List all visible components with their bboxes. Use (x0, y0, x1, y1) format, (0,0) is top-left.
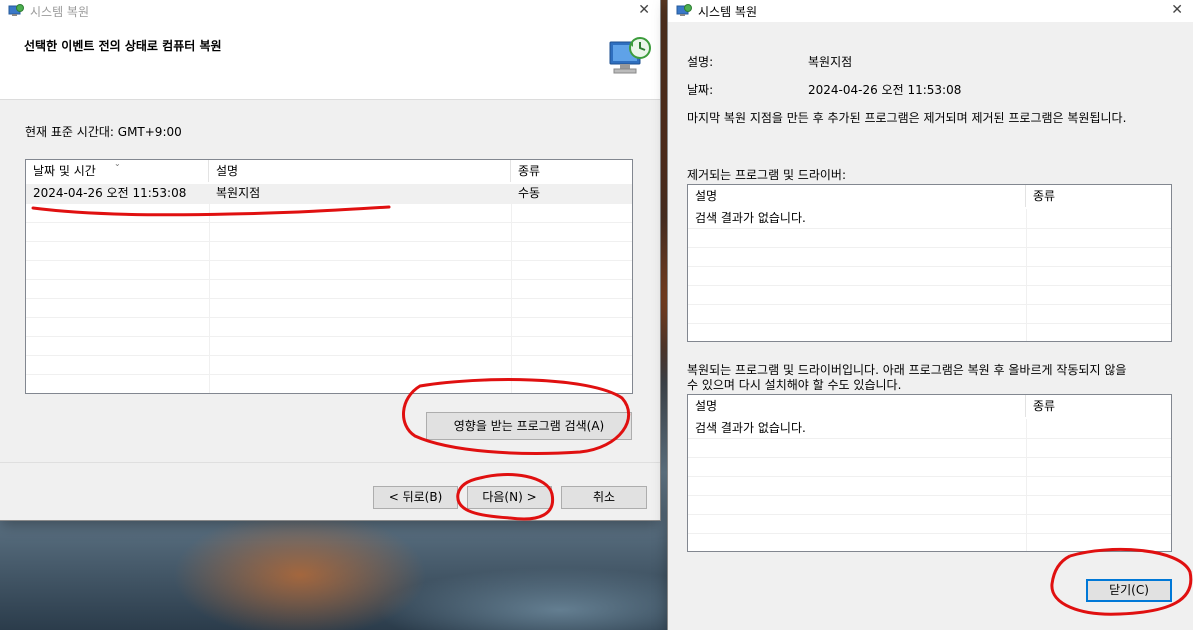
table-row-empty (688, 457, 1171, 477)
table-row-empty (688, 533, 1171, 551)
table-row-empty (26, 355, 632, 375)
system-restore-icon (676, 4, 692, 16)
scan-affected-programs-button[interactable]: 영향을 받는 프로그램 검색(A) (426, 412, 632, 440)
table-row-empty (26, 260, 632, 280)
empty-result-text: 검색 결과가 없습니다. (695, 421, 806, 435)
column-header-description[interactable]: 설명 (688, 185, 1026, 207)
date-label: 날짜: (687, 83, 714, 97)
title-bar[interactable]: 시스템 복원 ✕ (0, 0, 660, 22)
empty-result-text: 검색 결과가 없습니다. (695, 211, 806, 225)
title-bar[interactable]: 시스템 복원 ✕ (668, 0, 1193, 22)
column-header-description[interactable]: 설명 (688, 395, 1026, 417)
timezone-label: 현재 표준 시간대: GMT+9:00 (25, 125, 182, 139)
table-row-empty (26, 374, 632, 393)
table-row-empty (26, 241, 632, 261)
table-row-empty (688, 476, 1171, 496)
date-value: 2024-04-26 오전 11:53:08 (808, 83, 962, 97)
next-button[interactable]: 다음(N) > (467, 486, 552, 509)
cell-description: 복원지점 (216, 186, 261, 200)
removed-programs-label: 제거되는 프로그램 및 드라이버: (687, 168, 847, 182)
removed-programs-table: 설명 종류 검색 결과가 없습니다. (687, 184, 1172, 342)
table-row-empty (688, 247, 1171, 267)
info-text: 마지막 복원 지점을 만든 후 추가된 프로그램은 제거되며 제거된 프로그램은… (687, 111, 1127, 125)
table-header: 설명 종류 (688, 395, 1171, 417)
affected-programs-window: 시스템 복원 ✕ 설명: 복원지점 날짜: 2024-04-26 오전 11:5… (668, 0, 1193, 630)
cell-datetime: 2024-04-26 오전 11:53:08 (33, 186, 187, 200)
header-panel: 선택한 이벤트 전의 상태로 컴퓨터 복원 (0, 22, 660, 100)
close-icon[interactable]: ✕ (1171, 2, 1183, 18)
back-button[interactable]: < 뒤로(B) (373, 486, 458, 509)
window-title: 시스템 복원 (30, 4, 90, 19)
table-row-empty (26, 279, 632, 299)
computer-restore-icon (609, 37, 651, 74)
sort-chevron-icon: ⌄ (114, 159, 121, 168)
column-header-type[interactable]: 종류 (511, 160, 632, 182)
column-header-description[interactable]: 설명 (209, 160, 511, 182)
table-row-empty (26, 317, 632, 337)
column-header-type[interactable]: 종류 (1026, 395, 1171, 417)
system-restore-icon (8, 4, 24, 16)
cancel-button[interactable]: 취소 (561, 486, 647, 509)
table-row-empty (26, 222, 632, 242)
close-icon[interactable]: ✕ (638, 2, 650, 18)
restored-programs-label-line2: 수 있으며 다시 설치해야 할 수도 있습니다. (687, 378, 902, 392)
table-row-empty (26, 203, 632, 223)
window-title: 시스템 복원 (698, 4, 758, 19)
table-row-empty (688, 514, 1171, 534)
table-row-empty (688, 266, 1171, 286)
table-row-empty (688, 438, 1171, 458)
table-row-empty (26, 298, 632, 318)
table-row-empty (688, 285, 1171, 305)
column-header-type[interactable]: 종류 (1026, 185, 1171, 207)
restored-programs-table: 설명 종류 검색 결과가 없습니다. (687, 394, 1172, 552)
table-row-empty (688, 323, 1171, 341)
description-label: 설명: (687, 55, 714, 69)
table-header: 설명 종류 (688, 185, 1171, 207)
table-row-empty (26, 336, 632, 356)
footer-divider (0, 462, 660, 463)
restore-points-table: 날짜 및 시간 ⌄ 설명 종류 2024-04-26 오전 11:53:08 복… (25, 159, 633, 394)
table-row: 검색 결과가 없습니다. (688, 419, 1171, 439)
column-header-datetime[interactable]: 날짜 및 시간 ⌄ (26, 160, 209, 182)
description-value: 복원지점 (808, 55, 853, 69)
table-row-empty (688, 304, 1171, 324)
table-header: 날짜 및 시간 ⌄ 설명 종류 (26, 160, 632, 182)
table-row-empty (688, 495, 1171, 515)
table-row-empty (688, 228, 1171, 248)
close-button[interactable]: 닫기(C) (1086, 579, 1172, 602)
table-row[interactable]: 2024-04-26 오전 11:53:08 복원지점 수동 (26, 184, 632, 204)
system-restore-window: 시스템 복원 ✕ 선택한 이벤트 전의 상태로 컴퓨터 복원 현재 표준 시간대… (0, 0, 660, 520)
page-title: 선택한 이벤트 전의 상태로 컴퓨터 복원 (24, 39, 222, 53)
table-row: 검색 결과가 없습니다. (688, 209, 1171, 229)
cell-type: 수동 (518, 186, 541, 200)
